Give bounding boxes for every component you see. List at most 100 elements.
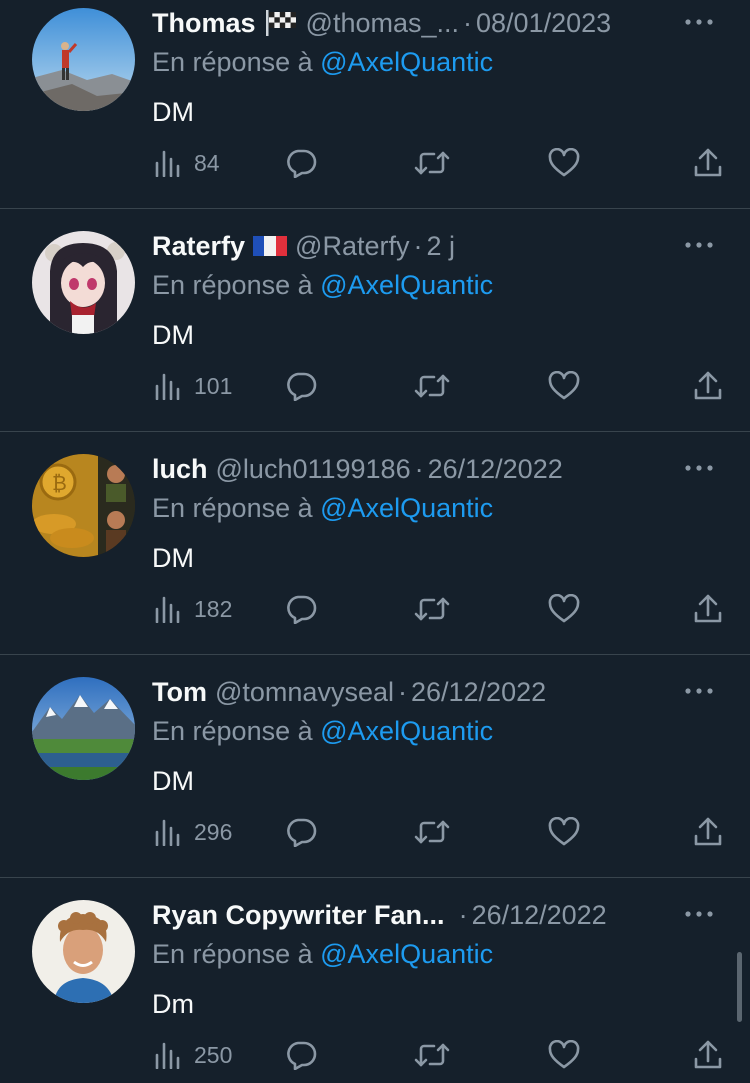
analytics-icon [155,596,180,623]
tweet-date[interactable]: 2 j [426,231,455,262]
tweet[interactable]: Ryan Copywriter Fan... · 26/12/2022 En r… [0,878,750,1083]
retweet-icon [414,151,450,175]
action-bar: 250 [152,1035,732,1075]
display-name[interactable]: Tom [152,677,207,708]
user-handle[interactable]: @Raterfy [295,231,409,262]
action-bar: 84 [152,143,732,183]
view-count: 101 [194,372,233,399]
tweet-date[interactable]: 26/12/2022 [411,677,546,708]
like-button[interactable] [548,143,580,183]
retweet-button[interactable] [414,589,450,629]
retweet-button[interactable] [414,143,450,183]
display-name[interactable]: luch [152,454,208,485]
reply-button[interactable] [285,1035,317,1075]
reply-prefix: En réponse à [152,716,313,746]
view-count: 250 [194,1041,233,1068]
scrollbar[interactable] [737,952,742,1022]
retweet-button[interactable] [414,366,450,406]
action-bar: 182 [152,589,732,629]
share-button[interactable] [693,589,723,629]
tweet-date[interactable]: 08/01/2023 [476,8,611,39]
checkered-flag-icon [264,9,298,37]
share-button[interactable] [693,812,723,852]
avatar[interactable] [32,900,135,1003]
more-options-icon[interactable] [684,453,714,483]
view-count: 182 [194,595,233,622]
retweet-button[interactable] [414,1035,450,1075]
reply-icon [287,149,317,178]
reply-feed: Thomas @thomas_... · 08/01/2023 En répon… [0,0,750,1083]
tweet-text: DM [152,97,194,127]
avatar[interactable] [32,8,135,111]
views-button[interactable]: 101 [154,366,232,406]
tweet-text: Dm [152,989,194,1019]
reply-button[interactable] [285,366,317,406]
mention-link[interactable]: @AxelQuantic [320,493,493,523]
tweet-text: DM [152,320,194,350]
separator-dot: · [413,230,423,261]
views-button[interactable]: 296 [154,812,232,852]
reply-icon [287,595,317,624]
retweet-icon [414,820,450,844]
tweet[interactable]: Tom @tomnavyseal · 26/12/2022 En réponse… [0,655,750,878]
share-button[interactable] [693,143,723,183]
tweet-date[interactable]: 26/12/2022 [472,900,607,931]
reply-context: En réponse à @AxelQuantic [152,270,493,301]
user-handle[interactable]: @tomnavyseal [215,677,394,708]
more-options-icon[interactable] [684,676,714,706]
svg-text:₿: ₿ [52,471,67,495]
tweet[interactable]: ₿ luch @luch01199186 · 26/12/2022 En rép… [0,432,750,655]
reply-prefix: En réponse à [152,493,313,523]
display-name[interactable]: Thomas [152,8,256,39]
tweet-header: Thomas @thomas_... · 08/01/2023 [152,5,670,41]
avatar[interactable]: ₿ [32,454,135,557]
avatar[interactable] [32,677,135,780]
tweet-text: DM [152,766,194,796]
share-button[interactable] [693,1035,723,1075]
reply-prefix: En réponse à [152,47,313,77]
views-button[interactable]: 250 [154,1035,232,1075]
tweet[interactable]: Raterfy @Raterfy · 2 j En réponse à @Axe… [0,209,750,432]
retweet-icon [414,374,450,398]
avatar[interactable] [32,231,135,334]
analytics-icon [155,373,180,400]
like-button[interactable] [548,366,580,406]
like-button[interactable] [548,1035,580,1075]
display-name[interactable]: Ryan Copywriter Fan... [152,900,445,931]
tweet-header: Ryan Copywriter Fan... · 26/12/2022 [152,897,670,933]
reply-button[interactable] [285,812,317,852]
user-handle[interactable]: @luch01199186 [216,454,411,485]
reply-icon [287,1041,317,1070]
reply-icon [287,372,317,401]
tweet[interactable]: Thomas @thomas_... · 08/01/2023 En répon… [0,0,750,208]
more-options-icon[interactable] [684,230,714,260]
more-options-icon[interactable] [684,899,714,929]
display-name[interactable]: Raterfy [152,231,245,262]
mention-link[interactable]: @AxelQuantic [320,716,493,746]
like-button[interactable] [548,589,580,629]
retweet-icon [414,1043,450,1067]
reply-context: En réponse à @AxelQuantic [152,47,493,78]
mention-link[interactable]: @AxelQuantic [320,270,493,300]
retweet-button[interactable] [414,812,450,852]
tweet-text: DM [152,543,194,573]
share-icon [694,817,722,846]
more-options-icon[interactable] [684,7,714,37]
like-button[interactable] [548,812,580,852]
separator-dot: · [414,453,424,484]
views-button[interactable]: 182 [154,589,232,629]
reply-button[interactable] [285,143,317,183]
user-handle[interactable]: @thomas_... [306,8,459,39]
share-icon [694,148,722,177]
mention-link[interactable]: @AxelQuantic [320,47,493,77]
tweet-date[interactable]: 26/12/2022 [428,454,563,485]
views-button[interactable]: 84 [154,143,220,183]
share-icon [694,1040,722,1069]
reply-prefix: En réponse à [152,270,313,300]
heart-icon [548,817,580,846]
mention-link[interactable]: @AxelQuantic [320,939,493,969]
share-button[interactable] [693,366,723,406]
reply-button[interactable] [285,589,317,629]
analytics-icon [155,1042,180,1069]
separator-dot: · [397,676,407,707]
